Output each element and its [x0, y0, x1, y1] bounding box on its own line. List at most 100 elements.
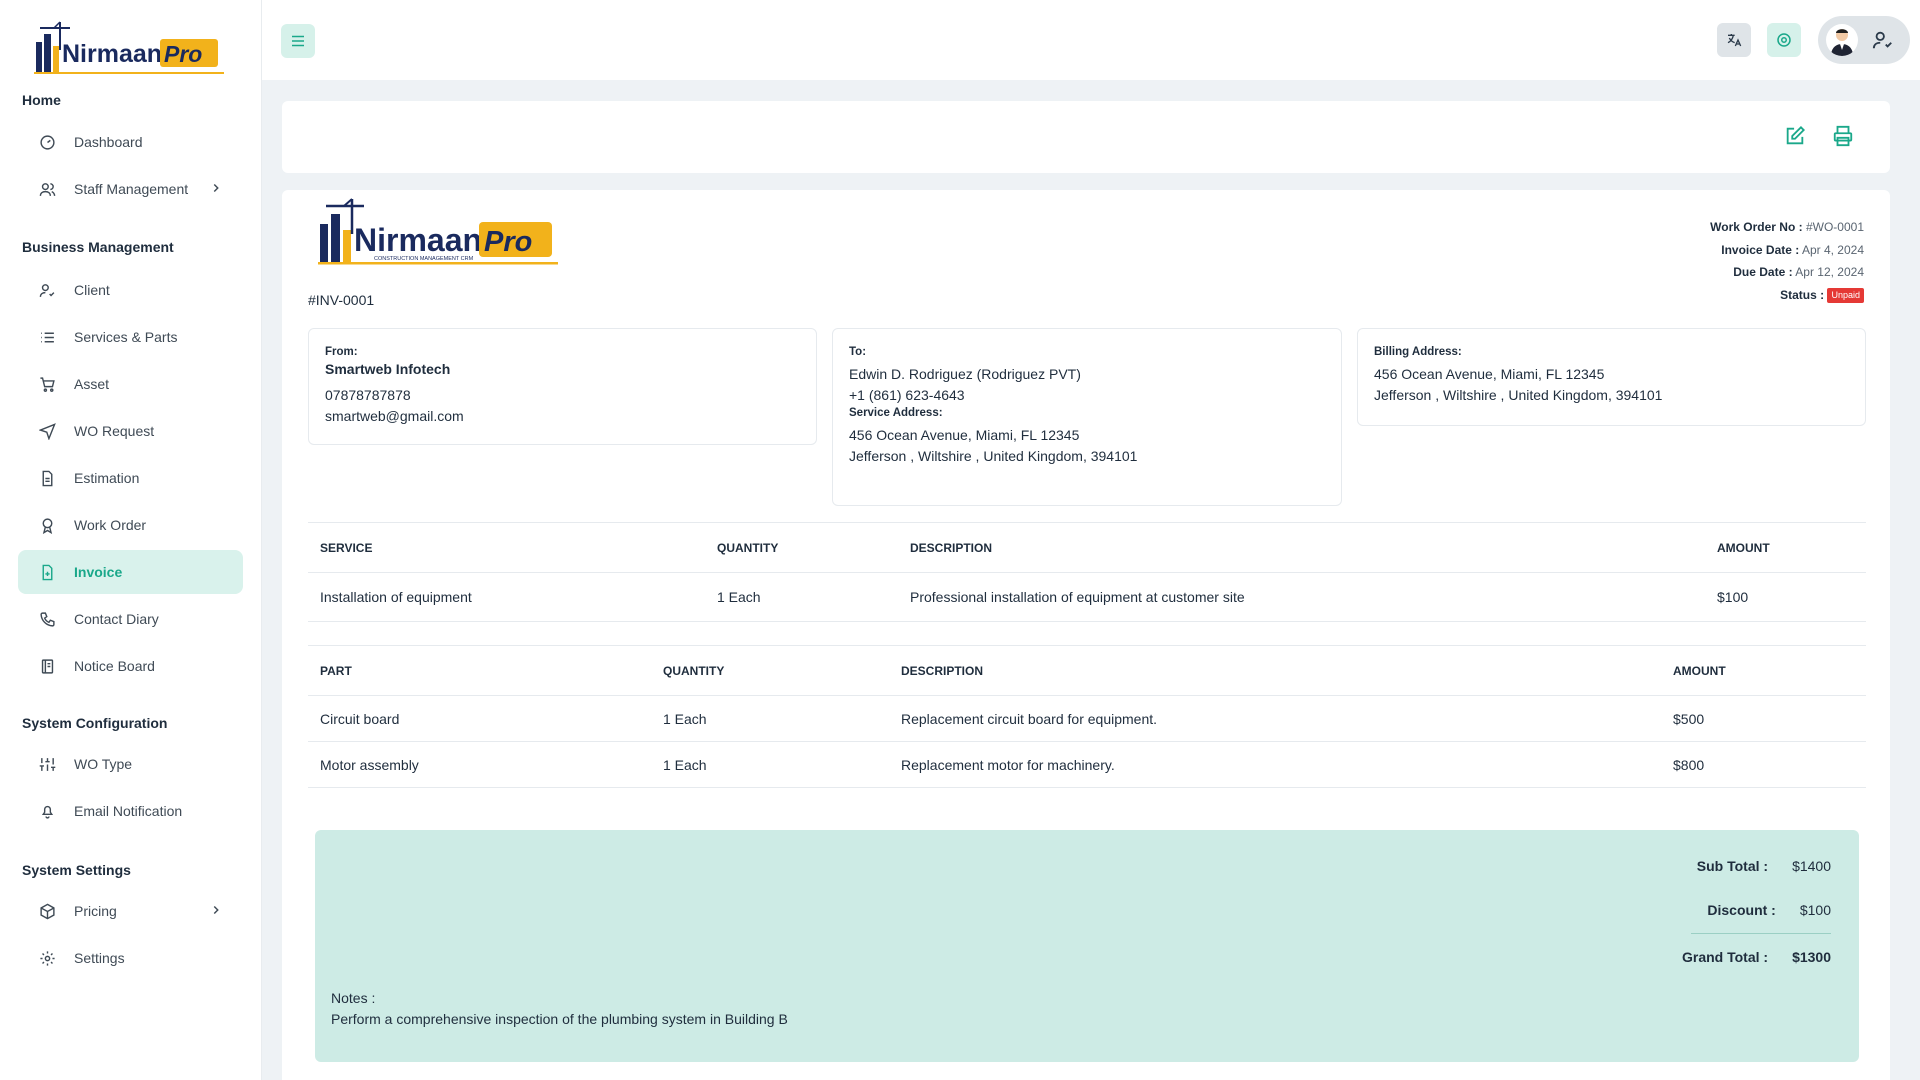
sidebar-item-label: Contact Diary	[74, 611, 159, 627]
service-description: Professional installation of equipment a…	[898, 572, 1705, 622]
list-icon	[38, 328, 56, 346]
phone-icon	[38, 610, 56, 628]
sidebar-item-wo-type[interactable]: WO Type	[18, 742, 243, 786]
brand-suffix: Pro	[164, 41, 202, 67]
section-system-settings: System Settings	[22, 862, 131, 878]
sidebar-item-label: Work Order	[74, 517, 147, 533]
print-icon	[1833, 125, 1853, 147]
chevron-right-icon	[209, 903, 223, 917]
to-phone: +1 (861) 623-4643	[849, 387, 965, 403]
user-menu[interactable]	[1818, 16, 1910, 64]
billing-address-card: Billing Address: 456 Ocean Avenue, Miami…	[1357, 328, 1866, 426]
menu-toggle-button[interactable]	[281, 24, 315, 58]
brand-tagline: CONSTRUCTION MANAGEMENT CRM	[374, 256, 474, 262]
from-label: From:	[325, 346, 358, 358]
sidebar-item-label: Services & Parts	[74, 329, 178, 345]
sidebar-item-label: Client	[74, 282, 110, 298]
column-header: PART	[308, 645, 651, 696]
part-quantity: 1 Each	[651, 695, 889, 742]
chevron-right-icon	[209, 181, 223, 195]
sidebar-item-asset[interactable]: Asset	[18, 362, 243, 406]
table-row: Motor assembly 1 Each Replacement motor …	[308, 741, 1866, 788]
sidebar-item-wo-request[interactable]: WO Request	[18, 409, 243, 453]
column-header: DESCRIPTION	[889, 645, 1661, 696]
sidebar-item-label: Dashboard	[74, 134, 143, 150]
sidebar-item-label: Settings	[74, 950, 125, 966]
column-header: AMOUNT	[1705, 522, 1866, 573]
notes-text: Perform a comprehensive inspection of th…	[331, 1011, 788, 1027]
invoice-notes: Notes : Perform a comprehensive inspecti…	[331, 988, 788, 1030]
sidebar-item-settings[interactable]: Settings	[18, 936, 243, 980]
notes-label: Notes :	[331, 990, 376, 1006]
service-name: Installation of equipment	[308, 572, 705, 622]
sidebar-item-invoice[interactable]: Invoice	[18, 550, 243, 594]
column-header: AMOUNT	[1661, 645, 1866, 696]
sidebar-item-estimation[interactable]: Estimation	[18, 456, 243, 500]
avatar	[1826, 24, 1858, 56]
service-quantity: 1 Each	[705, 572, 898, 622]
billing-address-line2: Jefferson , Wiltshire , United Kingdom, …	[1374, 387, 1663, 403]
section-home: Home	[22, 92, 61, 108]
invoice-card: Nirmaan Pro CONSTRUCTION MANAGEMENT CRM …	[282, 190, 1890, 1080]
gear-icon	[38, 949, 56, 967]
hamburger-icon	[292, 35, 304, 47]
cart-icon	[38, 375, 56, 393]
part-description: Replacement circuit board for equipment.	[889, 695, 1661, 742]
brand-name: Nirmaan	[62, 40, 162, 68]
sidebar-item-notice-board[interactable]: Notice Board	[18, 644, 243, 688]
award-icon	[38, 516, 56, 534]
sidebar-item-pricing[interactable]: Pricing	[18, 889, 243, 933]
sidebar-item-label: Email Notification	[74, 803, 183, 819]
sidebar-item-staff-management[interactable]: Staff Management	[18, 167, 243, 211]
grand-total-label: Grand Total :	[1681, 949, 1769, 965]
sidebar-item-contact-diary[interactable]: Contact Diary	[18, 597, 243, 641]
sidebar-item-dashboard[interactable]: Dashboard	[18, 120, 243, 164]
sidebar-item-label: Asset	[74, 376, 110, 392]
invoice-number: #INV-0001	[308, 292, 375, 308]
billing-address-line1: 456 Ocean Avenue, Miami, FL 12345	[1374, 366, 1605, 382]
subtotal-row: Sub Total : $1400	[1697, 858, 1831, 874]
table-header-row: SERVICE QUANTITY DESCRIPTION AMOUNT	[308, 522, 1866, 573]
file-plus-icon	[38, 563, 56, 581]
edit-button[interactable]	[1784, 125, 1808, 149]
parts-table: PART QUANTITY DESCRIPTION AMOUNT Circuit…	[308, 645, 1866, 788]
column-header: SERVICE	[308, 522, 705, 573]
brand-name: Nirmaan	[354, 222, 482, 258]
status-label: Status :	[1780, 287, 1825, 302]
edit-icon	[1786, 125, 1806, 145]
bell-icon	[38, 802, 56, 820]
sliders-icon	[38, 755, 56, 773]
sidebar-item-label: Estimation	[74, 470, 140, 486]
column-header: QUANTITY	[705, 522, 898, 573]
from-address-card: From: Smartweb Infotech 07878787878 smar…	[308, 328, 817, 445]
print-button[interactable]	[1832, 125, 1856, 149]
summary-divider	[1691, 933, 1831, 934]
brand-suffix: Pro	[484, 226, 532, 258]
invoice-date-label: Invoice Date :	[1721, 242, 1800, 257]
brand-logo[interactable]: Nirmaan Pro	[30, 20, 240, 76]
sidebar-item-services-parts[interactable]: Services & Parts	[18, 315, 243, 359]
table-header-row: PART QUANTITY DESCRIPTION AMOUNT	[308, 645, 1866, 696]
part-name: Circuit board	[308, 695, 651, 742]
sidebar-item-email-notification[interactable]: Email Notification	[18, 789, 243, 833]
sidebar-item-client[interactable]: Client	[18, 268, 243, 312]
discount-label: Discount :	[1707, 902, 1776, 918]
to-name: Edwin D. Rodriguez (Rodriguez PVT)	[849, 366, 1081, 382]
sidebar-item-label: Staff Management	[74, 181, 189, 197]
table-row: Installation of equipment 1 Each Profess…	[308, 572, 1866, 622]
settings-button[interactable]	[1767, 23, 1801, 57]
topbar	[262, 0, 1920, 80]
work-order-label: Work Order No :	[1710, 220, 1803, 234]
from-phone: 07878787878	[325, 387, 411, 403]
user-check-icon	[38, 281, 56, 299]
work-order-value: #WO-0001	[1805, 220, 1864, 234]
part-amount: $500	[1661, 695, 1866, 742]
file-icon	[38, 469, 56, 487]
sidebar-item-work-order[interactable]: Work Order	[18, 503, 243, 547]
column-header: QUANTITY	[651, 645, 889, 696]
due-date-label: Due Date :	[1733, 265, 1793, 279]
discount-value: $100	[1799, 902, 1831, 918]
subtotal-value: $1400	[1792, 858, 1831, 874]
language-button[interactable]	[1717, 23, 1751, 57]
invoice-meta: Work Order No : #WO-0001 Invoice Date : …	[1710, 216, 1864, 306]
